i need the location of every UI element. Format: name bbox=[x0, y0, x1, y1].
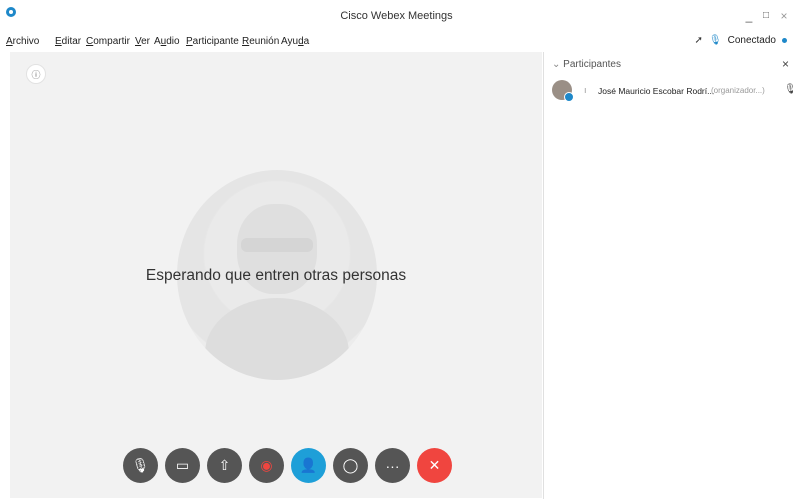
menu-bar: Archivo Editar Compartir Ver Audio Parti… bbox=[0, 32, 793, 52]
menu-audio[interactable]: Audio bbox=[154, 36, 180, 47]
webex-badge-icon bbox=[564, 92, 574, 102]
video-button[interactable]: ▭ bbox=[165, 448, 200, 483]
video-stage: ⓘ Esperando que entren otras personas 🎙 … bbox=[10, 52, 542, 498]
participant-role: (organizador...) bbox=[711, 86, 765, 95]
menu-participante[interactable]: Participante bbox=[186, 36, 239, 47]
participant-name: José Mauricio Escobar Rodrí... bbox=[598, 86, 715, 96]
close-panel-button[interactable]: × bbox=[782, 57, 789, 71]
menu-reunion[interactable]: Reunión bbox=[242, 36, 279, 47]
waiting-message: Esperando que entren otras personas bbox=[145, 267, 407, 284]
share-icon: ⇧ bbox=[218, 457, 231, 473]
menu-ver[interactable]: Ver bbox=[135, 36, 150, 47]
leave-button[interactable]: ✕ bbox=[417, 448, 452, 483]
audio-connection-icon[interactable]: 🎙 bbox=[709, 35, 722, 46]
close-window-button[interactable]: × bbox=[776, 8, 792, 24]
record-icon: ◉ bbox=[260, 457, 273, 473]
pin-icon[interactable]: ➚ bbox=[695, 35, 703, 46]
menu-compartir[interactable]: Compartir bbox=[86, 36, 130, 47]
title-bar: Cisco Webex Meetings _ □ × bbox=[0, 0, 793, 32]
chat-button[interactable]: ◯ bbox=[333, 448, 368, 483]
meeting-controls: 🎙 ▭ ⇧ ◉ 👤 ◯ ··· ✕ bbox=[123, 448, 452, 483]
window-title: Cisco Webex Meetings bbox=[340, 10, 453, 22]
maximize-button[interactable]: □ bbox=[758, 8, 774, 24]
menu-editar[interactable]: Editar bbox=[55, 36, 81, 47]
leave-icon: ✕ bbox=[428, 457, 441, 473]
participants-panel: ⌄ Participantes × ı José Mauricio Escoba… bbox=[543, 52, 793, 499]
meeting-info-button[interactable]: ⓘ bbox=[26, 64, 46, 84]
menu-archivo[interactable]: Archivo bbox=[6, 36, 39, 47]
participant-mic-icon[interactable]: 🎙 bbox=[784, 84, 793, 95]
record-button[interactable]: ◉ bbox=[249, 448, 284, 483]
share-button[interactable]: ⇧ bbox=[207, 448, 242, 483]
separator: ı bbox=[584, 85, 587, 95]
connection-status: ➚ 🎙 Conectado bbox=[695, 33, 787, 47]
participants-button[interactable]: 👤 bbox=[291, 448, 326, 483]
more-button[interactable]: ··· bbox=[375, 448, 410, 483]
participants-icon: 👤 bbox=[299, 457, 318, 473]
minimize-button[interactable]: _ bbox=[741, 8, 757, 24]
participants-header[interactable]: ⌄ Participantes bbox=[552, 59, 621, 70]
mute-button[interactable]: 🎙 bbox=[123, 448, 158, 483]
more-icon: ··· bbox=[385, 457, 400, 474]
participants-title: Participantes bbox=[563, 59, 621, 70]
chat-icon: ◯ bbox=[342, 457, 359, 473]
participant-row[interactable]: ı José Mauricio Escobar Rodrí... (organi… bbox=[550, 78, 793, 104]
video-icon: ▭ bbox=[175, 457, 190, 473]
connection-status-label: Conectado bbox=[727, 34, 776, 46]
chevron-down-icon: ⌄ bbox=[552, 59, 564, 70]
status-dot-icon bbox=[782, 37, 787, 43]
info-icon: ⓘ bbox=[31, 70, 41, 80]
menu-ayuda[interactable]: Ayuda bbox=[281, 36, 309, 47]
mute-icon: 🎙 bbox=[131, 457, 150, 473]
